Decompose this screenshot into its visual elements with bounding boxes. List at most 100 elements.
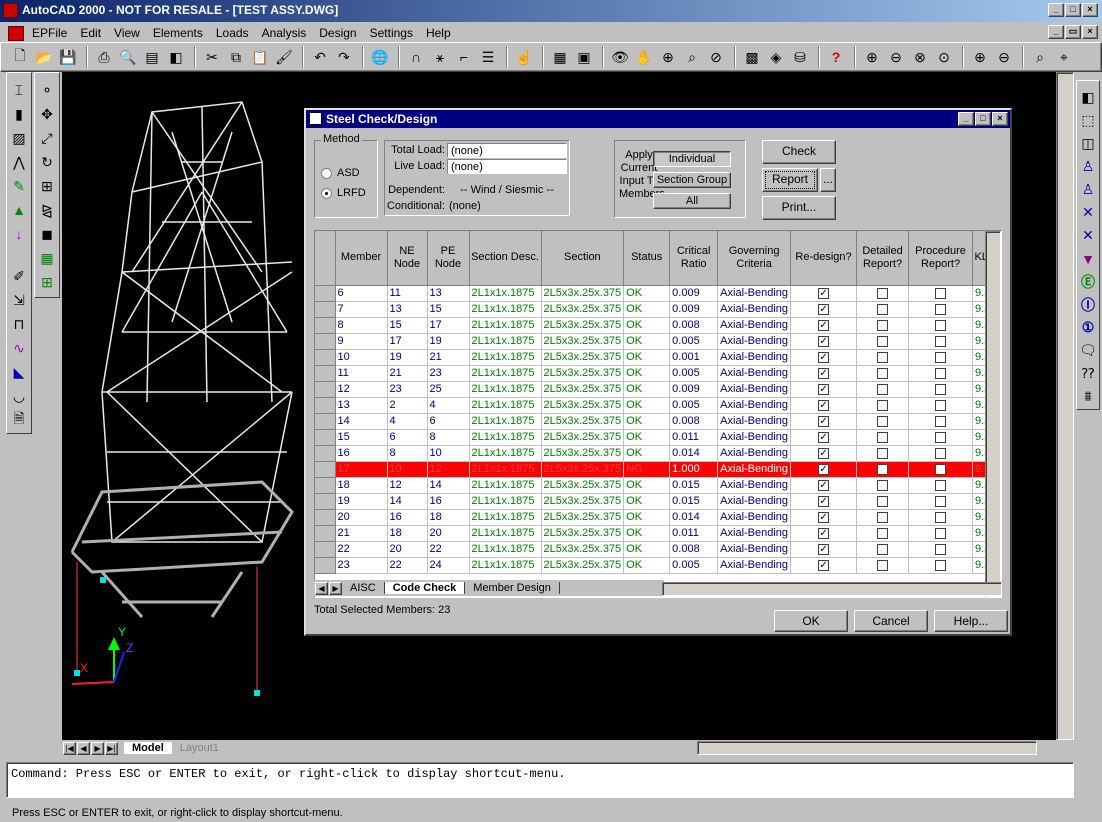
report-button[interactable]: Report (762, 168, 818, 192)
procedure-report-checkbox-box[interactable] (935, 559, 947, 571)
detailed-report-checkbox-box[interactable] (877, 399, 889, 411)
zoom-in-icon[interactable]: ⊕ (861, 46, 883, 68)
undo-icon[interactable]: ↶ (309, 46, 331, 68)
table-icon[interactable]: ▦ (549, 46, 571, 68)
figure2-icon[interactable]: ♙ (1077, 179, 1099, 200)
detailed-report-checkbox-box[interactable] (877, 415, 889, 427)
detailed-report-checkbox-box[interactable] (877, 367, 889, 379)
grid-horizontal-scrollbar[interactable] (662, 582, 1002, 596)
col-procedure-report[interactable]: Procedure Report? (908, 231, 974, 286)
redesign-checkbox-box[interactable]: ✓ (818, 351, 830, 363)
menu-design[interactable]: Design (319, 26, 356, 40)
members-grid[interactable]: Member NE Node PE Node Section Desc. Sec… (314, 230, 1002, 598)
procedure-report-checkbox-box[interactable] (935, 287, 947, 299)
row-header[interactable] (315, 413, 336, 430)
document-icon[interactable] (8, 25, 24, 41)
view-front-icon[interactable]: ◧ (1077, 87, 1099, 108)
redesign-checkbox-box[interactable]: ✓ (818, 399, 830, 411)
note-icon[interactable]: 🗎 (8, 409, 30, 431)
procedure-report-checkbox-box[interactable] (935, 415, 947, 427)
procedure-report-checkbox-box[interactable] (935, 399, 947, 411)
database-icon[interactable]: ⛁ (789, 46, 811, 68)
row-header[interactable] (315, 301, 336, 318)
autocad-app-icon[interactable] (3, 3, 18, 18)
table-row[interactable]: 18 12 14 2L1x1x.1875 2L5x3x.25x.375 OK 0.015 Ax… (315, 477, 994, 494)
zoom-scale-out-icon[interactable]: ⊖ (993, 46, 1015, 68)
view-icon[interactable]: ▣ (573, 46, 595, 68)
load-arrow-icon[interactable]: ↓ (8, 223, 30, 245)
all-button[interactable]: All (653, 193, 731, 209)
row-header[interactable] (315, 365, 336, 382)
table-row[interactable]: 8 15 17 2L1x1x.1875 2L5x3x.25x.375 OK 0.008 Axi… (315, 317, 994, 334)
tab-layout1[interactable]: Layout1 (172, 742, 227, 754)
close-button[interactable]: × (1082, 3, 1098, 17)
redesign-checkbox-box[interactable]: ✓ (818, 287, 830, 299)
maximize-button[interactable]: □ (1065, 3, 1081, 17)
beam-icon[interactable]: ⌶ (8, 79, 30, 101)
redesign-checkbox-box[interactable]: ✓ (818, 367, 830, 379)
first-tab-icon[interactable]: |◀ (63, 741, 76, 755)
truss-icon[interactable]: ⋀ (8, 151, 30, 173)
redesign-checkbox-box[interactable]: ✓ (818, 431, 830, 443)
layer-icon[interactable]: ◈ (765, 46, 787, 68)
redesign-checkbox-box[interactable]: ✓ (818, 415, 830, 427)
asd-radio-circle[interactable] (321, 167, 332, 179)
menu-edit[interactable]: Edit (80, 26, 101, 40)
menu-settings[interactable]: Settings (370, 26, 413, 40)
zoom-center-icon[interactable]: ⌖ (1053, 46, 1075, 68)
table-row[interactable]: 23 22 24 2L1x1x.1875 2L5x3x.25x.375 OK 0.005 Ax… (315, 557, 994, 574)
row-header[interactable] (315, 525, 336, 542)
rotate-icon[interactable]: ↻ (36, 151, 58, 173)
col-redesign[interactable]: Re-design? (790, 231, 858, 286)
mesh-icon[interactable]: ▦ (36, 247, 58, 269)
table-row[interactable]: 11 21 23 2L1x1x.1875 2L5x3x.25x.375 OK 0.005 Ax… (315, 365, 994, 382)
procedure-report-checkbox-box[interactable] (935, 303, 947, 315)
row-header[interactable] (315, 493, 336, 510)
asd-radio[interactable]: ASD (321, 167, 360, 179)
frame-icon[interactable]: ⊓ (8, 313, 30, 335)
row-header[interactable] (315, 477, 336, 494)
detailed-report-checkbox-box[interactable] (877, 463, 889, 475)
row-header[interactable] (315, 317, 336, 334)
row-header[interactable] (315, 397, 336, 414)
cancel-button[interactable]: Cancel (854, 610, 928, 632)
procedure-report-checkbox-box[interactable] (935, 463, 947, 475)
i-circle-icon[interactable]: Ⓘ (1077, 294, 1099, 315)
detailed-report-checkbox-box[interactable] (877, 303, 889, 315)
stretch-icon[interactable]: ⤢ (36, 127, 58, 149)
table-row[interactable]: 19 14 16 2L1x1x.1875 2L5x3x.25x.375 OK 0.015 Ax… (315, 493, 994, 510)
row-header[interactable] (315, 509, 336, 526)
procedure-report-checkbox-box[interactable] (935, 351, 947, 363)
procedure-report-checkbox-box[interactable] (935, 511, 947, 523)
col-detailed-report[interactable]: Detailed Report? (856, 231, 910, 286)
print-button[interactable]: Print... (762, 196, 836, 220)
open-icon[interactable]: 📂 (33, 46, 55, 68)
tab-aisc[interactable]: AISC (342, 582, 385, 594)
redesign-checkbox-box[interactable]: ✓ (818, 383, 830, 395)
row-header[interactable] (315, 381, 336, 398)
detailed-report-checkbox-box[interactable] (877, 335, 889, 347)
redesign-checkbox-box[interactable]: ✓ (818, 543, 830, 555)
redesign-checkbox-box[interactable]: ✓ (818, 559, 830, 571)
sheet-prev-icon[interactable]: ◀ (315, 581, 328, 595)
prev-tab-icon[interactable]: ◀ (77, 741, 90, 755)
cut-icon[interactable]: ✂ (201, 46, 223, 68)
save-icon[interactable]: 💾 (57, 46, 79, 68)
detailed-report-checkbox-box[interactable] (877, 479, 889, 491)
detailed-report-checkbox-box[interactable] (877, 527, 889, 539)
one-circle-icon[interactable]: ① (1077, 317, 1099, 338)
redo-icon[interactable]: ↷ (333, 46, 355, 68)
col-ne-node[interactable]: NE Node (387, 231, 428, 286)
detailed-report-checkbox-box[interactable] (877, 383, 889, 395)
command-line[interactable]: Command: Press ESC or ENTER to exit, or … (6, 762, 1074, 798)
corner-header[interactable] (315, 231, 336, 286)
zoom-scale-in-icon[interactable]: ⊕ (969, 46, 991, 68)
tab-code-check[interactable]: Code Check (384, 582, 466, 594)
col-member[interactable]: Member (335, 231, 388, 286)
zoom-out-icon[interactable]: ⊖ (885, 46, 907, 68)
row-header[interactable] (315, 445, 336, 462)
list-icon[interactable]: ☰ (477, 46, 499, 68)
redesign-checkbox-box[interactable]: ✓ (818, 495, 830, 507)
detailed-report-checkbox-box[interactable] (877, 511, 889, 523)
print-preview-icon[interactable]: 🔍 (117, 46, 139, 68)
